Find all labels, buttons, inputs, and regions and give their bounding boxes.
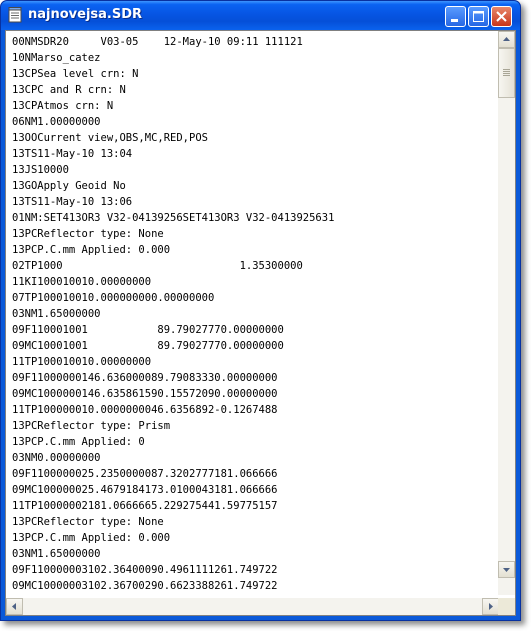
text-line: 13CPC and R crn: N	[12, 84, 126, 96]
title-bar[interactable]: najnovejsa.SDR	[1, 1, 520, 30]
close-button[interactable]	[491, 6, 512, 27]
text-line: 06NM1.00000000	[12, 116, 101, 128]
text-line: 13CPSea level crn: N	[12, 68, 139, 80]
scroll-down-button[interactable]	[498, 561, 515, 578]
text-line: 13TS11-May-10 13:06	[12, 196, 133, 208]
text-line: 09F110000003102.36400090.4961111261.7497…	[12, 564, 278, 576]
text-line: 13PCReflector type: None	[12, 228, 164, 240]
arrow-up-icon	[503, 37, 510, 41]
text-line: 13OOCurrent view,OBS,MC,RED,POS	[12, 132, 208, 144]
text-line: 09F11000000146.636000089.79083330.000000…	[12, 372, 278, 384]
text-line: 13PCReflector type: None	[12, 516, 164, 528]
vertical-scroll-thumb[interactable]	[498, 48, 515, 98]
thumb-grip	[503, 71, 510, 72]
minimize-icon	[451, 19, 458, 22]
text-line: 09F1100000025.2350000087.3202777181.0666…	[12, 468, 278, 480]
arrow-left-icon	[12, 603, 16, 610]
text-line: 00NMSDR20 V03-05 12-May-10 09:11 111121	[12, 36, 303, 48]
text-line: 11TP100000010.0000000046.6356892-0.12674…	[12, 404, 278, 416]
text-line: 01NM:SET413OR3 V32-04139256SET413OR3 V32…	[12, 212, 335, 224]
close-icon	[496, 11, 507, 22]
text-editor[interactable]: 00NMSDR20 V03-05 12-May-10 09:11 111121 1…	[6, 31, 499, 595]
text-line: 10NMarso_catez	[12, 52, 101, 64]
notepad-icon	[8, 7, 22, 23]
thumb-grip	[503, 75, 510, 76]
arrow-down-icon	[503, 568, 510, 572]
text-line: 13PCP.C.mm Applied: 0	[12, 436, 145, 448]
text-line: 13TS11-May-10 13:04	[12, 148, 133, 160]
horizontal-scrollbar[interactable]	[6, 598, 499, 615]
notepad-window: najnovejsa.SDR 00NMSDR20 V03-05 12-May-1…	[0, 0, 521, 621]
text-line: 09MC10000003102.36700290.6623388261.7497…	[12, 580, 278, 592]
text-line: 11TP100010010.00000000	[12, 356, 152, 368]
text-line: 13PCReflector type: Prism	[12, 420, 171, 432]
text-line: 13CPAtmos crn: N	[12, 100, 114, 112]
text-line: 13PCP.C.mm Applied: 0.000	[12, 244, 171, 256]
text-line: 13JS10000	[12, 164, 69, 176]
text-line: 03NM0.00000000	[12, 452, 101, 464]
text-line: 09F110001001 89.79027770.00000000	[12, 324, 284, 336]
text-line: 11KI100010010.00000000	[12, 276, 152, 288]
window-title: najnovejsa.SDR	[28, 7, 143, 22]
maximize-icon	[473, 11, 484, 22]
minimize-button[interactable]	[445, 6, 466, 27]
text-line: 03NM1.65000000	[12, 548, 101, 560]
text-line: 13PCP.C.mm Applied: 0.000	[12, 532, 171, 544]
editor-client-area: 00NMSDR20 V03-05 12-May-10 09:11 111121 1…	[5, 30, 516, 616]
arrow-right-icon	[489, 603, 493, 610]
text-line: 09MC1000000146.635861590.15572090.000000…	[12, 388, 278, 400]
scroll-right-button[interactable]	[482, 598, 499, 615]
text-line: 09MC10001001 89.79027770.00000000	[12, 340, 284, 352]
scroll-left-button[interactable]	[6, 598, 23, 615]
thumb-grip	[503, 69, 510, 70]
text-line: 03NM1.65000000	[12, 308, 101, 320]
text-line: 07TP100010010.000000000.00000000	[12, 292, 215, 304]
text-line: 02TP1000 1.35300000	[12, 260, 303, 272]
text-line: 09MC100000025.4679184173.0100043181.0666…	[12, 484, 278, 496]
text-line: 11TP10000002181.0666665.229275441.597751…	[12, 500, 278, 512]
text-line: 13GOApply Geoid No	[12, 180, 126, 192]
size-grip[interactable]	[498, 598, 515, 615]
thumb-grip	[503, 73, 510, 74]
maximize-button[interactable]	[468, 6, 489, 27]
scroll-up-button[interactable]	[498, 31, 515, 48]
vertical-scrollbar[interactable]	[498, 31, 515, 595]
